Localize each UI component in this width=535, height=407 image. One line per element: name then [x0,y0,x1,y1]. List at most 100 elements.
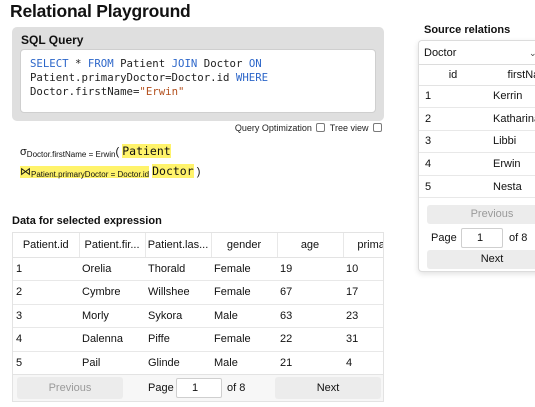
source-table: id firstNam 1 Kerrin 2 Katharina 3 Libbi… [419,65,535,199]
table-cell: 2 [13,280,79,305]
selection-condition: Doctor.firstName = Erwin [26,150,116,159]
column-header[interactable]: gender [211,233,278,258]
relational-algebra-expression[interactable]: σDoctor.firstName = Erwin( Patient ⋈Pati… [20,143,384,183]
table-cell: Female [211,257,277,281]
tree-view-checkbox[interactable] [373,123,382,132]
table-cell: 10 [343,257,383,281]
source-page-label: Page [431,232,457,244]
table-cell: Dalenna [79,327,145,352]
join-operator: ⋈ [20,166,31,178]
table-cell: 4 [343,351,383,375]
sql-query-editor[interactable]: SELECT * FROM Patient JOIN Doctor ON Pat… [20,49,376,113]
open-paren: ( [115,146,120,158]
relation-doctor[interactable]: Doctor [152,164,194,178]
sql-query-card: SQL Query SELECT * FROM Patient JOIN Doc… [12,27,384,121]
join-condition: Patient.primaryDoctor = Doctor.id [31,170,150,179]
source-next-button[interactable]: Next [427,250,535,269]
table-cell: 63 [277,304,343,328]
sql-text: Patient.primaryDoctor=Doctor.id [30,71,236,85]
sql-text: Doctor.firstName= [30,85,140,99]
table-cell: Kerrin [487,85,535,109]
table-cell: Sykora [145,304,211,328]
column-header[interactable]: Patient.las... [145,233,212,258]
sql-keyword: FROM [87,57,114,70]
table-row: 2 Katharina [419,107,535,131]
chevron-down-icon: ⌄ [529,41,535,65]
table-header-row: Patient.id Patient.fir... Patient.las...… [13,233,383,258]
column-header[interactable]: primar [343,233,383,258]
table-cell: 4 [419,152,487,176]
column-header[interactable]: firstNam [487,65,535,86]
relation-select[interactable]: Doctor ⌄ [419,41,535,65]
page-title: Relational Playground [10,1,191,21]
previous-page-button[interactable]: Previous [17,377,123,399]
table-cell: Male [211,351,277,375]
table-cell: 5 [419,175,487,199]
sql-text: Patient [113,57,172,70]
table-cell: Female [211,280,277,305]
query-optimization-label: Query Optimization [234,123,312,133]
table-row: 3 Morly Sykora Male 63 23 [13,304,383,328]
table-cell: Thorald [145,257,211,281]
table-cell: 3 [13,304,79,328]
table-row: 2 Cymbre Willshee Female 67 17 [13,280,383,305]
table-cell: 2 [419,107,487,131]
column-header[interactable]: age [277,233,344,258]
table-row: 1 Kerrin [419,85,535,109]
table-cell: 21 [277,351,343,375]
page-count-label: of 8 [227,382,246,394]
table-cell: Male [211,304,277,328]
table-cell: 31 [343,327,383,352]
query-optimization-checkbox[interactable] [316,123,326,132]
table-cell: Morly [79,304,145,328]
result-pagination: Previous Page 1 of 8 Next [13,374,383,401]
sql-text: * [68,57,88,70]
result-table: Patient.id Patient.fir... Patient.las...… [13,233,383,375]
close-paren: ) [196,166,201,178]
sql-keyword: ON [248,57,262,70]
column-header[interactable]: id [419,65,487,86]
table-cell: 22 [277,327,343,352]
table-cell: Libbi [487,130,535,154]
table-cell: Piffe [145,327,211,352]
next-page-button[interactable]: Next [275,377,381,399]
page-label: Page [148,382,174,394]
join-expression[interactable]: ⋈Patient.primaryDoctor = Doctor.id [20,166,150,179]
table-cell: 1 [13,257,79,281]
table-cell: 17 [343,280,383,305]
page-number-input[interactable]: 1 [176,378,222,398]
table-cell: Pail [79,351,145,375]
table-row: 4 Erwin [419,152,535,176]
sql-keyword: SELECT [30,57,69,70]
table-cell: Glinde [145,351,211,375]
table-cell: Erwin [487,152,535,176]
table-cell: Cymbre [79,280,145,305]
source-page-count: of 8 [509,232,528,244]
table-cell: Willshee [145,280,211,305]
table-cell: 1 [419,85,487,109]
table-cell: 5 [13,351,79,375]
selection-operator: σ [20,146,27,158]
relation-patient[interactable]: Patient [122,144,171,158]
table-cell: Orelia [79,257,145,281]
column-header[interactable]: Patient.id [13,233,80,258]
column-header[interactable]: Patient.fir... [79,233,146,258]
source-page-input[interactable]: 1 [461,228,503,248]
table-cell: 3 [419,130,487,154]
source-previous-button[interactable]: Previous [427,205,535,224]
table-cell: 19 [277,257,343,281]
table-cell: Nesta [487,175,535,199]
result-data-panel: Patient.id Patient.fir... Patient.las...… [12,232,384,402]
sql-string: "Erwin" [139,85,185,99]
options-row: Query Optimization Tree view [0,123,384,137]
source-relations-panel: Doctor ⌄ id firstNam 1 Kerrin 2 Katharin… [418,40,535,272]
table-row: 4 Dalenna Piffe Female 22 31 [13,327,383,352]
table-row: 5 Pail Glinde Male 21 4 [13,351,383,375]
data-section-title: Data for selected expression [12,215,162,227]
table-cell: 67 [277,280,343,305]
sql-query-header: SQL Query [21,33,84,47]
relation-select-value: Doctor [424,47,457,59]
table-cell: 23 [343,304,383,328]
table-row: 1 Orelia Thorald Female 19 10 [13,257,383,281]
table-row: 3 Libbi [419,130,535,154]
